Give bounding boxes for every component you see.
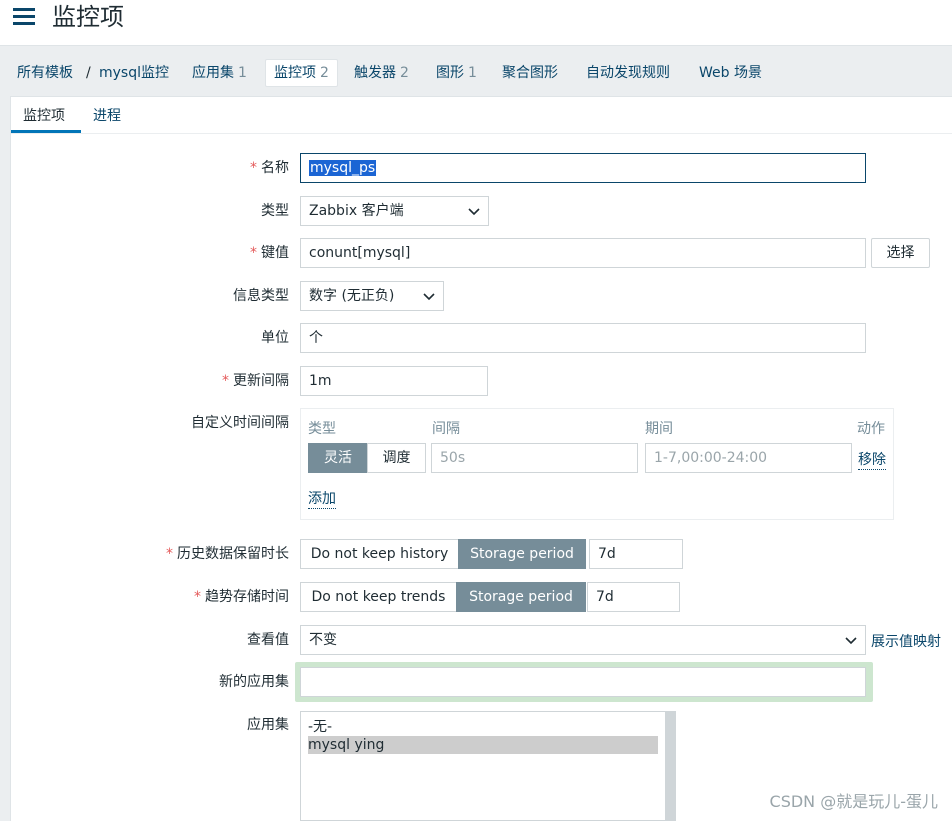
nav-discovery-rules[interactable]: 自动发现规则 (586, 60, 670, 86)
update-interval-label-text: 更新间隔 (233, 373, 289, 389)
history-do-not-keep-toggle[interactable]: Do not keep history (300, 539, 459, 569)
name-label-text: 名称 (261, 160, 289, 176)
remove-interval-link[interactable]: 移除 (858, 449, 886, 470)
hamburger-menu-icon[interactable] (13, 8, 35, 26)
history-label: * 历史数据保留时长 (166, 544, 289, 564)
custom-intervals-table: 类型 间隔 期间 动作 灵活 调度 50s 1-7,00:00-24:00 移除… (300, 408, 894, 520)
flexible-toggle[interactable]: 灵活 (308, 443, 368, 473)
scheduling-toggle[interactable]: 调度 (367, 443, 426, 473)
chevron-down-icon (845, 637, 857, 645)
show-value-mappings-link[interactable]: 展示值映射 (871, 631, 941, 651)
watermark: CSDN @就是玩儿-蛋儿 (769, 792, 938, 811)
units-label: 单位 (261, 330, 289, 346)
add-interval-link[interactable]: 添加 (308, 488, 336, 509)
trends-period-input[interactable]: 7d (587, 582, 680, 612)
nav-screens[interactable]: 聚合图形 (502, 60, 558, 86)
page-title: 监控项 (52, 3, 124, 31)
new-application-label: 新的应用集 (219, 674, 289, 690)
required-mark: * (222, 373, 229, 389)
applications-label: 应用集 (247, 717, 289, 733)
trends-label: * 趋势存储时间 (194, 587, 289, 607)
nav-graphs-count: 1 (468, 65, 477, 81)
active-tab-indicator (11, 130, 81, 133)
col-period-header: 期间 (645, 421, 673, 437)
key-input[interactable]: conunt[mysql] (300, 238, 866, 268)
required-mark: * (166, 546, 173, 562)
value-map-label: 查看值 (247, 632, 289, 648)
name-input[interactable]: mysql_ps (300, 153, 866, 183)
nav-triggers-label: 触发器 (354, 65, 396, 81)
nav-applications-count: 1 (238, 65, 247, 81)
info-type-select[interactable]: 数字 (无正负) (300, 281, 444, 311)
page-header: 监控项 (0, 0, 952, 46)
nav-items-label: 监控项 (274, 65, 316, 81)
breadcrumb: 所有模板 / mysql监控 应用集 1 监控项 2 触发器 2 图形 1 聚合图形 自… (0, 46, 952, 94)
nav-applications-label: 应用集 (192, 65, 234, 81)
nav-graphs[interactable]: 图形 1 (436, 60, 477, 86)
tab-process[interactable]: 进程 (93, 106, 121, 126)
name-label: * 名称 (250, 158, 289, 178)
info-type-label: 信息类型 (233, 288, 289, 304)
breadcrumb-separator: / (86, 65, 91, 81)
nav-web-scenarios[interactable]: Web 场景 (699, 60, 762, 86)
nav-items-count: 2 (320, 65, 329, 81)
key-select-button[interactable]: 选择 (871, 238, 930, 268)
update-interval-input[interactable]: 1m (300, 366, 488, 396)
required-mark: * (194, 589, 201, 605)
breadcrumb-host[interactable]: mysql监控 (99, 60, 169, 86)
application-option[interactable]: mysql ying (308, 736, 658, 754)
custom-intervals-label: 自定义时间间隔 (191, 415, 289, 431)
required-mark: * (250, 160, 257, 176)
value-map-select[interactable]: 不变 (300, 625, 866, 655)
chevron-down-icon (468, 208, 480, 216)
update-interval-label: * 更新间隔 (222, 371, 289, 391)
nav-graphs-label: 图形 (436, 65, 464, 81)
application-option[interactable]: -无- (308, 718, 658, 736)
listbox-scrollbar[interactable] (665, 712, 675, 820)
required-mark: * (250, 245, 257, 261)
value-map-select-value: 不变 (309, 632, 337, 648)
form-tabs: 监控项 进程 (11, 97, 952, 134)
tab-item[interactable]: 监控项 (23, 106, 65, 126)
item-form-panel: 监控项 进程 * 名称 mysql_ps 类型 Zabbix 客户端 * 键值 co… (10, 96, 952, 821)
nav-applications[interactable]: 应用集 1 (192, 60, 247, 86)
units-input[interactable]: 个 (300, 323, 866, 353)
name-input-value: mysql_ps (309, 160, 377, 176)
type-label: 类型 (261, 203, 289, 219)
history-period-input[interactable]: 7d (589, 539, 683, 569)
interval-input[interactable]: 50s (431, 443, 638, 473)
key-label-text: 键值 (261, 245, 289, 261)
key-label: * 键值 (250, 243, 289, 263)
col-action-header: 动作 (857, 421, 885, 437)
col-type-header: 类型 (308, 421, 336, 437)
breadcrumb-all-templates[interactable]: 所有模板 (17, 60, 73, 86)
new-application-input[interactable] (300, 667, 866, 697)
type-select-value: Zabbix 客户端 (309, 203, 404, 219)
period-input[interactable]: 1-7,00:00-24:00 (645, 443, 852, 473)
info-type-select-value: 数字 (无正负) (309, 288, 395, 304)
applications-listbox[interactable]: -无- mysql ying (300, 711, 676, 821)
col-interval-header: 间隔 (432, 421, 460, 437)
history-storage-period-toggle[interactable]: Storage period (458, 539, 586, 569)
period-placeholder: 1-7,00:00-24:00 (654, 450, 768, 466)
history-label-text: 历史数据保留时长 (177, 546, 289, 562)
nav-triggers-count: 2 (400, 65, 409, 81)
chevron-down-icon (423, 293, 435, 301)
trends-do-not-keep-toggle[interactable]: Do not keep trends (300, 582, 457, 612)
nav-items[interactable]: 监控项 2 (265, 59, 338, 87)
interval-placeholder: 50s (440, 450, 466, 466)
trends-label-text: 趋势存储时间 (205, 589, 289, 605)
nav-triggers[interactable]: 触发器 2 (354, 60, 409, 86)
trends-storage-period-toggle[interactable]: Storage period (456, 582, 586, 612)
type-select[interactable]: Zabbix 客户端 (300, 196, 489, 226)
